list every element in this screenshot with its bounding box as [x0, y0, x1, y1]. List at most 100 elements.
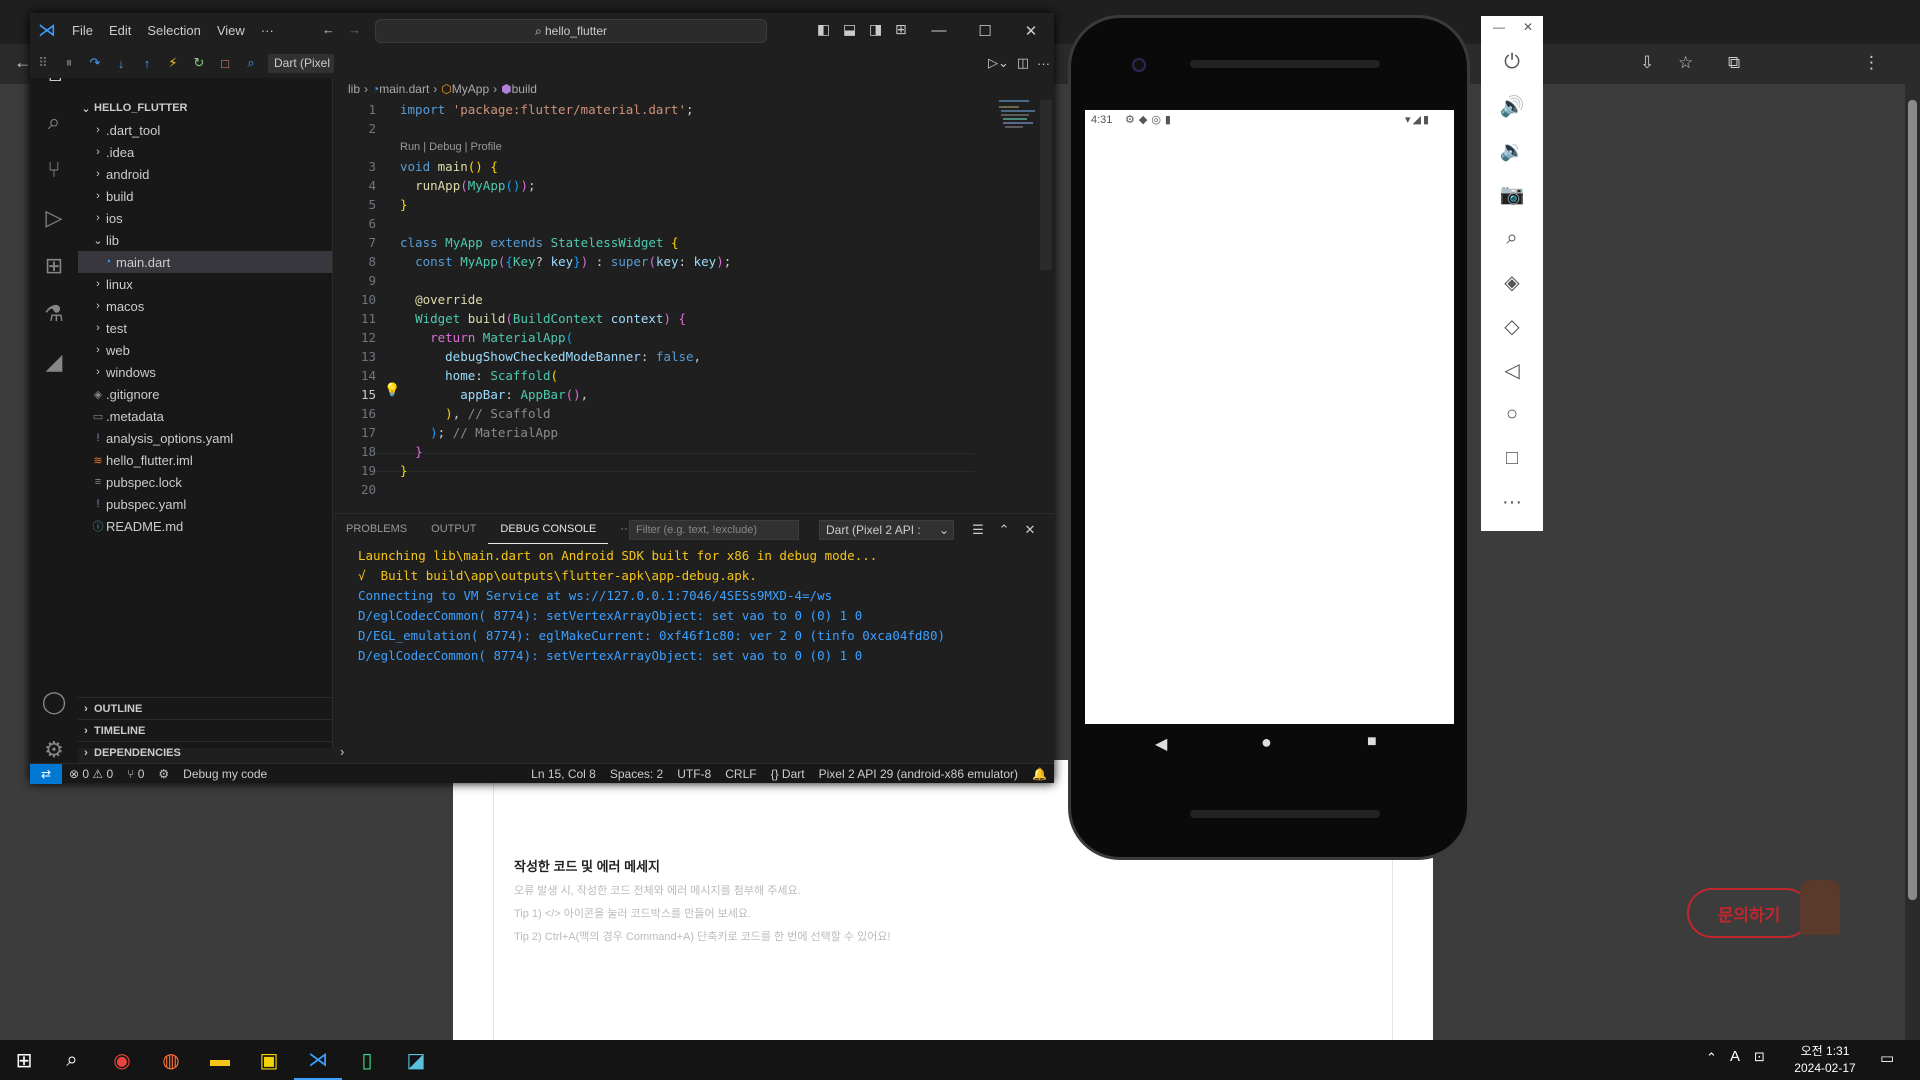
back-icon[interactable]: ◁	[1481, 348, 1543, 392]
rotate-left-icon[interactable]: ◈	[1481, 260, 1543, 304]
browser-menu-icon[interactable]: ⋮	[1863, 53, 1880, 73]
ime-icon[interactable]: A	[1730, 1048, 1740, 1065]
tree-item-pubspec-yaml[interactable]: ! pubspec.yaml	[78, 493, 332, 515]
nav-back-icon[interactable]: ←	[322, 22, 335, 37]
step-out-icon[interactable]: ↑	[134, 56, 160, 71]
tree-item-analysis-options[interactable]: ! analysis_options.yaml	[78, 427, 332, 449]
source-control-icon[interactable]: ⑂	[30, 146, 78, 194]
home-icon[interactable]: ○	[1481, 392, 1543, 436]
maximize-panel-icon[interactable]: ⌃	[994, 520, 1014, 540]
nav-recents-icon[interactable]: ■	[1367, 733, 1377, 751]
file-explorer-icon[interactable]: ▬	[196, 1040, 244, 1080]
tree-item-main-dart[interactable]: ◔ main.dart	[78, 251, 332, 273]
tree-item-ios[interactable]: › ios	[78, 207, 332, 229]
status-position[interactable]: Ln 15, Col 8	[524, 767, 603, 781]
outline-section[interactable]: › OUTLINE	[78, 697, 332, 719]
tree-item-macos[interactable]: › macos	[78, 295, 332, 317]
tree-item-lib[interactable]: ⌄ lib	[78, 229, 332, 251]
status-debug[interactable]: Debug my code	[176, 767, 274, 781]
console-prompt-icon[interactable]: ›	[340, 744, 344, 759]
accounts-icon[interactable]: ◯	[30, 678, 78, 726]
menu-selection[interactable]: Selection	[139, 23, 208, 38]
toggle-secondary-sidebar-icon[interactable]: ◨	[869, 21, 882, 38]
tray-chevron-icon[interactable]: ⌃	[1706, 1050, 1717, 1066]
menu-more[interactable]: ···	[253, 23, 282, 38]
status-language[interactable]: {} Dart	[764, 767, 812, 781]
tree-item-dart-tool[interactable]: › .dart_tool	[78, 119, 332, 141]
tree-item-linux[interactable]: › linux	[78, 273, 332, 295]
pause-icon[interactable]: ⏸	[56, 55, 82, 71]
vscode-taskbar-icon[interactable]: ⋊	[294, 1040, 342, 1080]
notification-center-icon[interactable]: ▭	[1880, 1049, 1894, 1067]
more-icon[interactable]: ···	[1481, 480, 1543, 524]
install-icon[interactable]: ⇩	[1640, 53, 1654, 73]
toggle-sidebar-icon[interactable]: ◧	[817, 21, 830, 38]
tree-item-android[interactable]: › android	[78, 163, 332, 185]
status-device[interactable]: Pixel 2 API 29 (android-x86 emulator)	[812, 767, 1025, 781]
status-problems[interactable]: ⊗ 0 ⚠ 0	[62, 767, 120, 781]
step-over-icon[interactable]: ↷	[82, 55, 108, 71]
codelens[interactable]: Run | Debug | Profile	[400, 138, 502, 157]
console-session-select[interactable]: Dart (Pixel 2 API : ⌄	[819, 520, 954, 540]
notepad-icon[interactable]: ◪	[392, 1040, 440, 1080]
firefox-icon[interactable]: ◍	[147, 1040, 195, 1080]
volume-up-icon[interactable]: 🔊	[1481, 84, 1543, 128]
tree-item-test[interactable]: › test	[78, 317, 332, 339]
run-debug-icon[interactable]: ▷	[30, 194, 78, 242]
menu-edit[interactable]: Edit	[101, 23, 139, 38]
tree-item-build[interactable]: › build	[78, 185, 332, 207]
menu-view[interactable]: View	[209, 23, 253, 38]
toggle-panel-icon[interactable]: ⬓	[843, 21, 856, 38]
extensions-icon[interactable]: ⊞	[30, 242, 78, 290]
breadcrumb-method[interactable]: build	[512, 82, 537, 96]
search-icon[interactable]: ⌕	[48, 1040, 96, 1080]
tab-debug-console[interactable]: DEBUG CONSOLE	[488, 514, 609, 544]
search-icon[interactable]: ⌕	[30, 98, 78, 146]
run-icon[interactable]: ▷⌄	[988, 55, 1009, 71]
status-encoding[interactable]: UTF-8	[670, 767, 718, 781]
command-center[interactable]: ⌕ hello_flutter	[375, 19, 767, 43]
tree-item-metadata[interactable]: ▭ .metadata	[78, 405, 332, 427]
more-actions-icon[interactable]: ···	[1037, 56, 1050, 71]
testing-icon[interactable]: ⚗	[30, 290, 78, 338]
chrome-icon[interactable]: ◉	[98, 1040, 146, 1080]
nav-forward-icon[interactable]: →	[348, 22, 361, 37]
bookmark-star-icon[interactable]: ☆	[1678, 53, 1693, 73]
devtools-search-icon[interactable]: ⌕	[238, 55, 264, 71]
breadcrumb-class[interactable]: MyApp	[452, 82, 489, 96]
remote-icon[interactable]: ⇄	[30, 763, 62, 784]
tab-problems[interactable]: PROBLEMS	[334, 514, 419, 544]
extensions-icon[interactable]: ⧉	[1728, 53, 1740, 73]
volume-down-icon[interactable]: 🔉	[1481, 128, 1543, 172]
phone-screen[interactable]	[1085, 110, 1454, 724]
restart-icon[interactable]: ↻	[186, 55, 212, 71]
breadcrumb-file[interactable]: main.dart	[379, 82, 429, 96]
kakaotalk-icon[interactable]: ▣	[245, 1040, 293, 1080]
inquiry-button[interactable]: 문의하기	[1687, 888, 1811, 938]
tree-item-iml[interactable]: ≋ hello_flutter.iml	[78, 449, 332, 471]
split-editor-icon[interactable]: ◫	[1017, 55, 1029, 71]
step-into-icon[interactable]: ↓	[108, 56, 134, 71]
tree-item-readme[interactable]: ⓘ README.md	[78, 515, 332, 537]
notifications-bell-icon[interactable]: 🔔	[1025, 767, 1054, 781]
status-eol[interactable]: CRLF	[718, 767, 763, 781]
tree-item-gitignore[interactable]: ◈ .gitignore	[78, 383, 332, 405]
language-icon[interactable]: ⊡	[1754, 1049, 1765, 1065]
timeline-section[interactable]: › TIMELINE	[78, 719, 332, 741]
taskbar-clock[interactable]: 오전 1:31 2024-02-17	[1790, 1043, 1860, 1077]
tree-item-windows[interactable]: › windows	[78, 361, 332, 383]
zoom-icon[interactable]: ⌕	[1481, 216, 1543, 260]
overview-icon[interactable]: □	[1481, 436, 1543, 480]
editor-scrollbar[interactable]	[1040, 100, 1052, 270]
page-scroll-thumb[interactable]	[1908, 100, 1917, 900]
explorer-root[interactable]: ⌄ HELLO_FLUTTER	[78, 97, 332, 119]
menu-file[interactable]: File	[64, 23, 101, 38]
console-filter-input[interactable]: Filter (e.g. text, !exclude)	[629, 520, 799, 540]
tab-output[interactable]: OUTPUT	[419, 514, 488, 544]
emu-close-icon[interactable]: ✕	[1523, 20, 1533, 34]
emu-minimize-icon[interactable]: —	[1493, 20, 1505, 34]
status-ports[interactable]: ⑂ 0	[120, 767, 151, 781]
customize-layout-icon[interactable]: ⊞	[895, 21, 907, 38]
close-window-button[interactable]: ✕	[1008, 13, 1054, 48]
flutter-icon[interactable]: ◢	[30, 338, 78, 386]
